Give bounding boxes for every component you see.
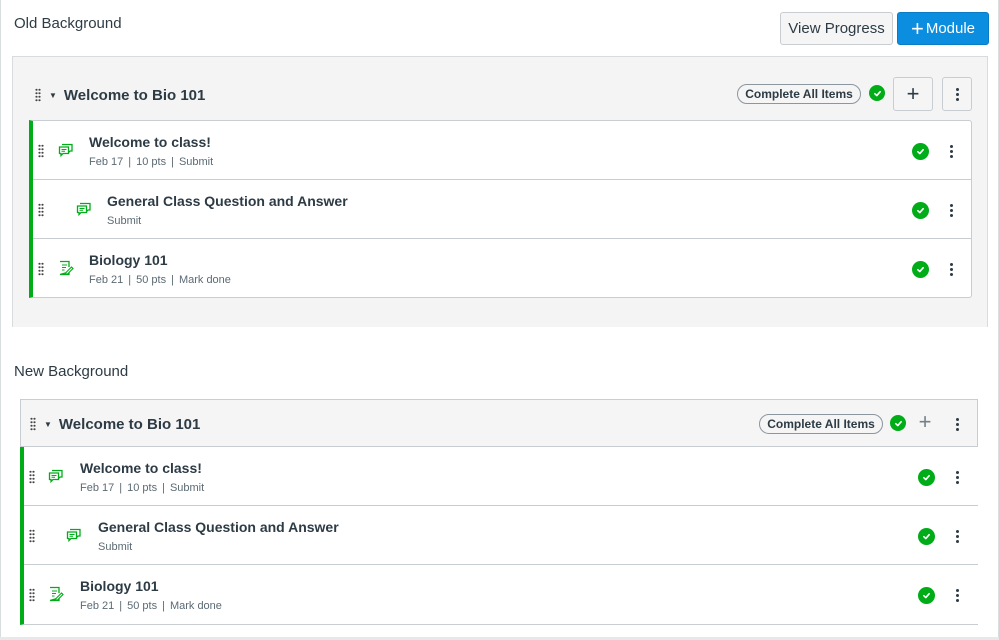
module-complete-check-icon (869, 85, 885, 101)
due-date: Feb 17 (89, 156, 124, 168)
item-meta: Submit (107, 215, 141, 227)
module-header-title-group: ▼ Welcome to Bio 101 (30, 415, 200, 433)
points: 50 pts (136, 274, 167, 286)
caret-down-icon[interactable]: ▼ (49, 91, 57, 100)
item-options-kebab-icon[interactable] (945, 142, 957, 160)
requirement: Submit (98, 541, 133, 553)
module-item[interactable]: Welcome to class! Feb 17 | 10 pts | Submit (24, 447, 978, 506)
module-title[interactable]: Welcome to Bio 101 (64, 87, 205, 104)
view-progress-label: View Progress (788, 20, 885, 37)
plus-icon: + (906, 81, 920, 106)
old-module: ▼ Welcome to Bio 101 Complete All Items … (12, 56, 988, 327)
add-item-button[interactable]: + (916, 411, 934, 433)
new-module: ▼ Welcome to Bio 101 Complete All Items … (20, 399, 978, 625)
module-item[interactable]: General Class Question and Answer Submit (33, 180, 971, 239)
item-title[interactable]: Welcome to class! (89, 134, 211, 150)
item-complete-check-icon (912, 202, 929, 219)
due-date: Feb 21 (89, 274, 124, 286)
item-title[interactable]: Biology 101 (80, 578, 159, 594)
item-complete-check-icon (912, 143, 929, 160)
item-meta: Submit (98, 541, 132, 553)
caret-down-icon[interactable]: ▼ (44, 420, 52, 429)
complete-all-items-button[interactable]: Complete All Items (737, 84, 861, 104)
module-items-list: Welcome to class! Feb 17 | 10 pts | Submit G… (29, 120, 972, 298)
drag-handle-icon[interactable] (30, 417, 36, 431)
drag-handle-icon[interactable] (29, 470, 35, 484)
discussion-icon (58, 143, 73, 158)
module-item[interactable]: Biology 101 Feb 21 | 50 pts | Mark done (33, 239, 971, 298)
drag-handle-icon[interactable] (38, 144, 44, 158)
requirement: Submit (178, 156, 214, 168)
item-complete-check-icon (918, 528, 935, 545)
view-progress-button[interactable]: View Progress (780, 12, 893, 45)
item-title[interactable]: Welcome to class! (80, 460, 202, 476)
requirement: Submit (107, 215, 142, 227)
module-item[interactable]: General Class Question and Answer Submit (24, 506, 978, 565)
plus-icon: + (918, 409, 932, 434)
item-meta: Feb 17 | 10 pts | Submit (80, 482, 205, 494)
item-complete-check-icon (918, 587, 935, 604)
points: 50 pts (127, 600, 158, 612)
item-complete-check-icon (918, 469, 935, 486)
item-options-kebab-icon[interactable] (951, 468, 963, 486)
add-module-button[interactable]: + Module (897, 12, 989, 45)
assignment-icon (59, 260, 74, 276)
module-item[interactable]: Biology 101 Feb 21 | 50 pts | Mark done (24, 565, 978, 624)
module-title[interactable]: Welcome to Bio 101 (59, 416, 200, 433)
requirement: Submit (169, 482, 205, 494)
drag-handle-icon[interactable] (35, 88, 41, 102)
item-options-kebab-icon[interactable] (945, 260, 957, 278)
requirement: Mark done (178, 274, 231, 286)
module-header: ▼ Welcome to Bio 101 Complete All Items … (21, 400, 977, 447)
kebab-menu-icon (955, 87, 959, 101)
assignment-icon (49, 586, 64, 602)
complete-all-items-button[interactable]: Complete All Items (759, 414, 883, 434)
item-complete-check-icon (912, 261, 929, 278)
item-title[interactable]: General Class Question and Answer (98, 519, 339, 535)
item-meta: Feb 21 | 50 pts | Mark done (89, 274, 231, 286)
points: 10 pts (136, 156, 167, 168)
item-meta: Feb 21 | 50 pts | Mark done (80, 600, 222, 612)
item-meta: Feb 17 | 10 pts | Submit (89, 156, 214, 168)
plus-icon: + (910, 15, 924, 41)
item-options-kebab-icon[interactable] (951, 586, 963, 604)
module-header: ▼ Welcome to Bio 101 (35, 86, 205, 104)
discussion-icon (66, 528, 81, 543)
points: 10 pts (127, 482, 158, 494)
discussion-icon (48, 469, 63, 484)
item-title[interactable]: General Class Question and Answer (107, 193, 348, 209)
drag-handle-icon[interactable] (29, 588, 35, 602)
drag-handle-icon[interactable] (29, 529, 35, 543)
discussion-icon (76, 202, 91, 217)
module-item[interactable]: Welcome to class! Feb 17 | 10 pts | Submit (33, 121, 971, 180)
module-complete-check-icon (890, 415, 906, 431)
requirement: Mark done (169, 600, 222, 612)
add-item-button[interactable]: + (893, 77, 933, 111)
item-options-kebab-icon[interactable] (945, 201, 957, 219)
drag-handle-icon[interactable] (38, 262, 44, 276)
item-options-kebab-icon[interactable] (951, 527, 963, 545)
drag-handle-icon[interactable] (38, 203, 44, 217)
module-options-button[interactable] (942, 77, 972, 111)
old-background-label: Old Background (14, 15, 122, 32)
module-items-list: Welcome to class! Feb 17 | 10 pts | Submit G… (20, 447, 978, 625)
add-module-label: Module (925, 20, 976, 37)
due-date: Feb 17 (80, 482, 115, 494)
new-background-label: New Background (14, 363, 129, 380)
item-title[interactable]: Biology 101 (89, 252, 168, 268)
module-options-kebab-icon[interactable] (951, 415, 963, 433)
due-date: Feb 21 (80, 600, 115, 612)
